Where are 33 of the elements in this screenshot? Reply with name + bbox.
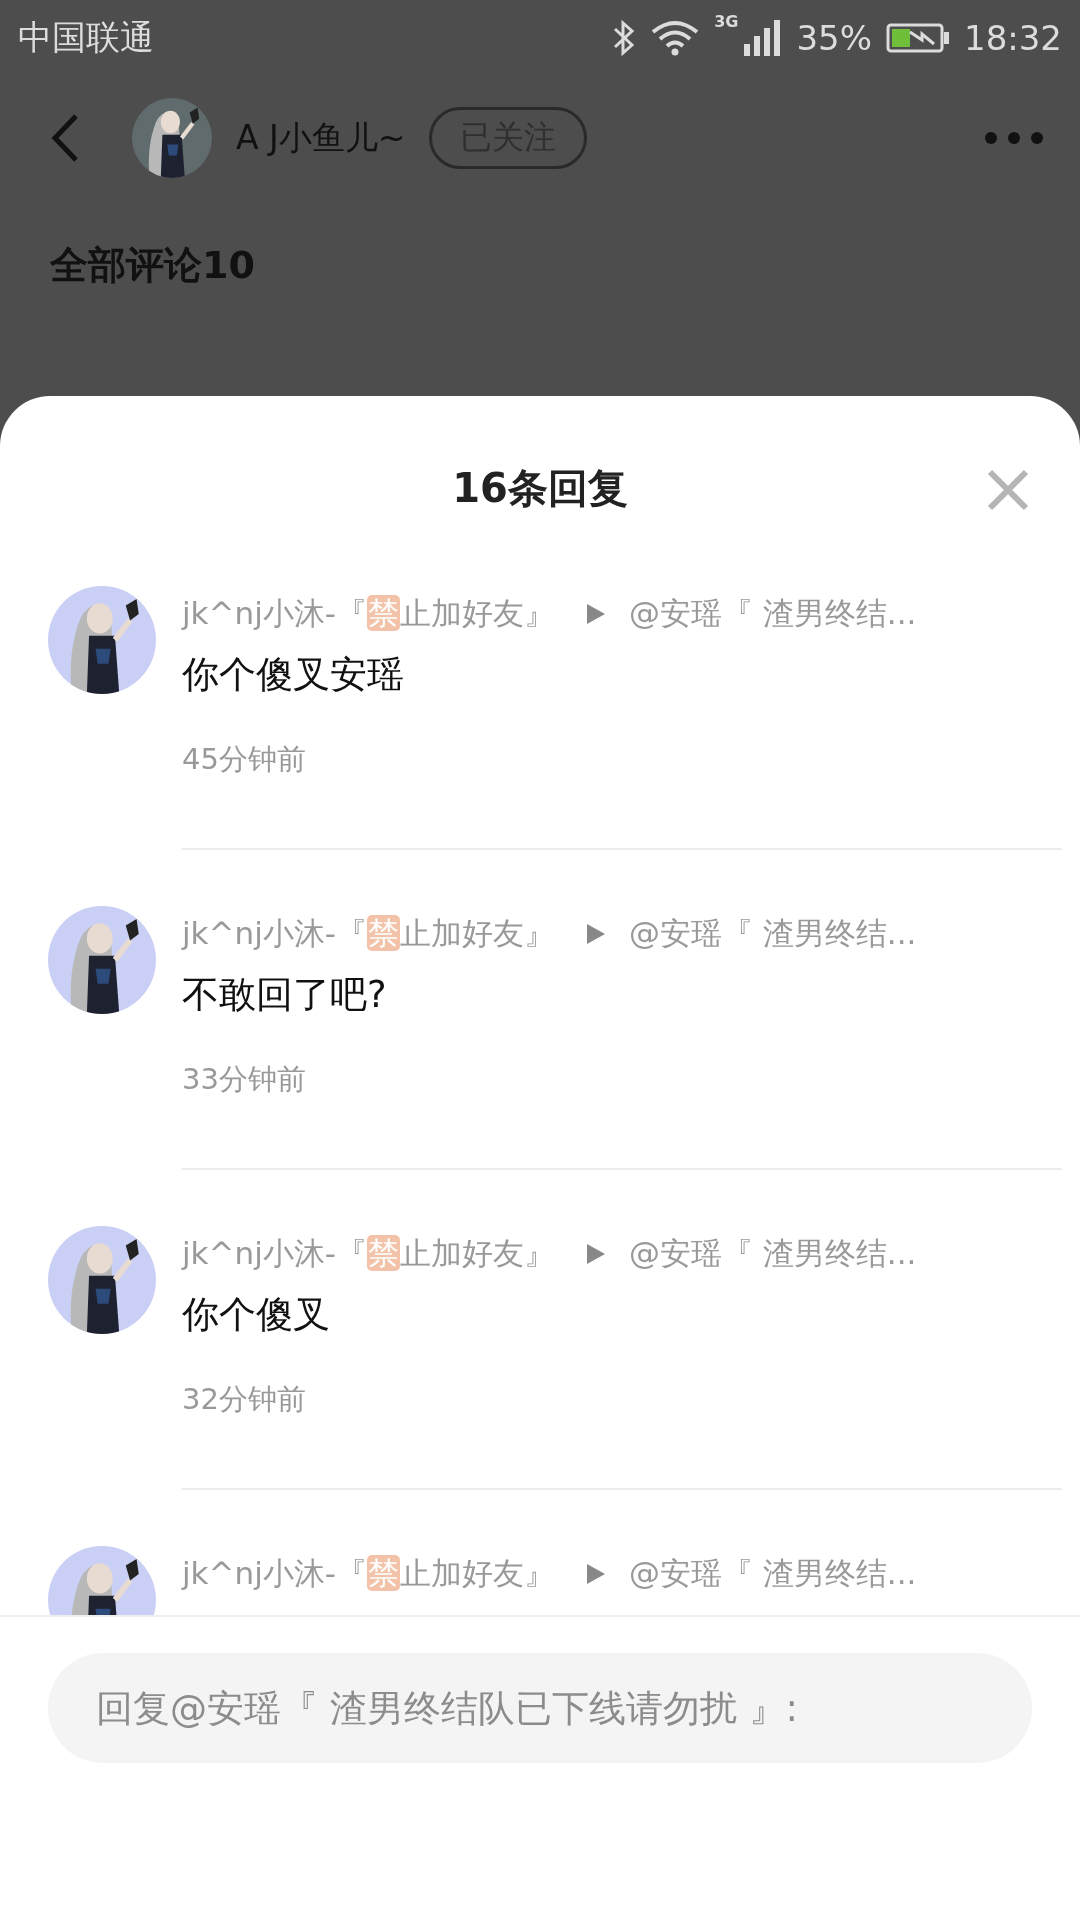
- reply-target[interactable]: @安瑶『 渣男终结...: [629, 1233, 917, 1275]
- close-icon[interactable]: [986, 468, 1030, 512]
- play-arrow-icon: [585, 602, 607, 626]
- user-name[interactable]: jk^nj小沐-『禁止加好友』: [182, 1553, 555, 1595]
- reply-time: 33分钟前: [182, 1061, 307, 1098]
- bluetooth-icon: [612, 19, 637, 57]
- reply-input[interactable]: 回复@安瑶『 渣男终结队已下线请勿扰 』:: [48, 1653, 1032, 1763]
- author-name[interactable]: A J小鱼儿~: [236, 115, 406, 161]
- reply-target[interactable]: @安瑶『 渣男终结...: [629, 913, 917, 955]
- carrier-name: 中国联通: [18, 16, 154, 59]
- comments-heading: 全部评论10: [50, 243, 255, 287]
- reply-text: 你个傻叉: [182, 1292, 331, 1338]
- reply-target[interactable]: @安瑶『 渣男终结...: [629, 593, 917, 635]
- more-icon[interactable]: [984, 131, 1044, 145]
- user-name[interactable]: jk^nj小沐-『禁止加好友』: [182, 1233, 555, 1275]
- network-type: 3G: [714, 12, 739, 31]
- battery-percent: 35%: [796, 18, 872, 58]
- reply-text: 你个傻叉安瑶: [182, 652, 405, 698]
- play-arrow-icon: [585, 1562, 607, 1586]
- play-arrow-icon: [585, 922, 607, 946]
- signal-icon: [742, 20, 783, 56]
- reply-time: 45分钟前: [182, 741, 307, 778]
- battery-icon: [886, 22, 950, 54]
- clock-time: 18:32: [964, 18, 1062, 58]
- sheet-title: 16条回复: [452, 463, 628, 513]
- user-name[interactable]: jk^nj小沐-『禁止加好友』: [182, 593, 555, 635]
- reply-text: 不敢回了吧?: [182, 972, 388, 1018]
- user-name[interactable]: jk^nj小沐-『禁止加好友』: [182, 913, 555, 955]
- reply-target[interactable]: @安瑶『 渣男终结...: [629, 1553, 917, 1595]
- reply-time: 32分钟前: [182, 1381, 307, 1418]
- back-icon[interactable]: [50, 113, 80, 163]
- wifi-icon: [650, 20, 701, 56]
- play-arrow-icon: [585, 1242, 607, 1266]
